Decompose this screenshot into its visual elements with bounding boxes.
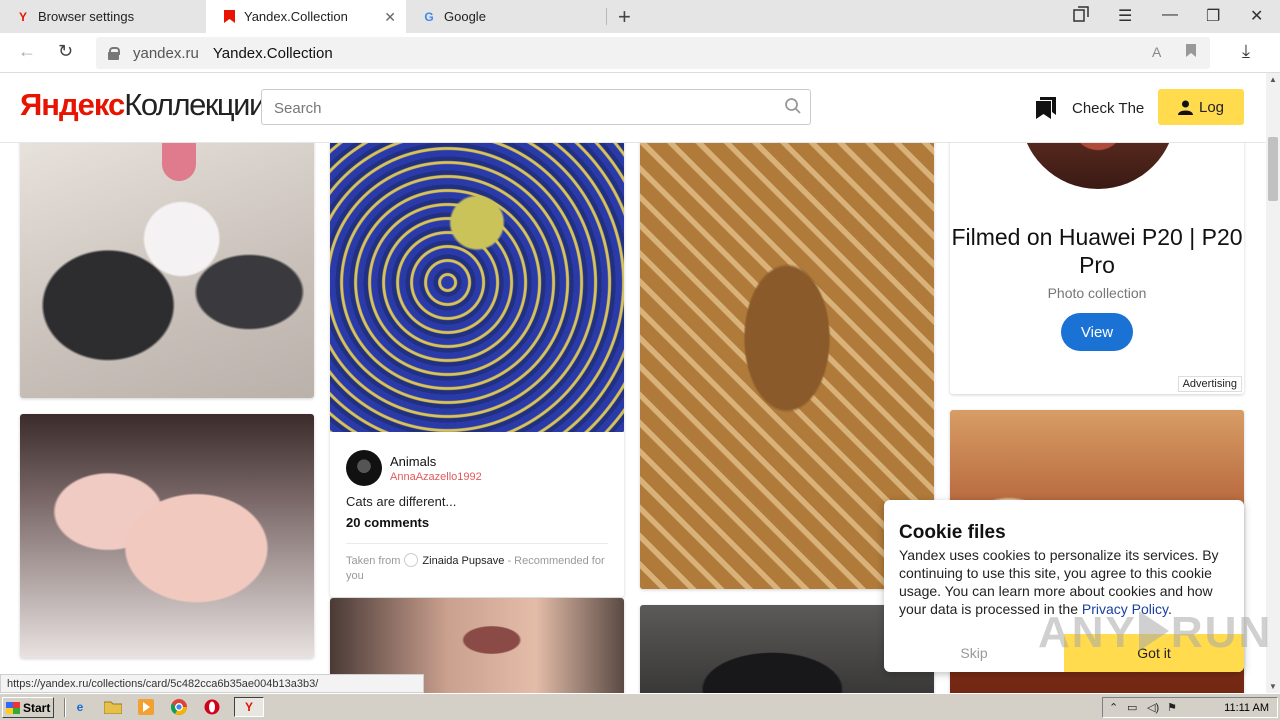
ad-subtitle: Photo collection xyxy=(1047,285,1147,301)
flag-icon[interactable]: ⚑ xyxy=(1167,701,1177,714)
tab-label: Google xyxy=(444,9,486,24)
search-icon[interactable] xyxy=(784,97,802,115)
internet-explorer-icon[interactable]: e xyxy=(70,698,90,716)
watermark-right: RUN xyxy=(1170,608,1273,657)
play-icon xyxy=(1138,611,1169,651)
bookmark-icon[interactable] xyxy=(1186,44,1196,60)
cookie-skip-button[interactable]: Skip xyxy=(884,634,1064,672)
start-button[interactable]: Start xyxy=(2,697,54,718)
check-the-link[interactable]: Check The xyxy=(1036,97,1144,119)
tab-google[interactable]: G Google xyxy=(406,0,606,33)
collections-bookmark-icon xyxy=(1036,97,1056,119)
url-field[interactable]: yandex.ru Yandex.Collection A xyxy=(96,37,1210,69)
windows-taskbar: Start e Y ⌃ ▭ ◁) ⚑ 11:11 AM xyxy=(0,693,1280,720)
login-label: Log xyxy=(1198,98,1225,116)
tab-yandex-collection[interactable]: Yandex.Collection ✕ xyxy=(206,0,406,33)
source-user-link[interactable]: Zinaida Pupsave xyxy=(422,555,504,567)
user-icon xyxy=(1177,100,1193,115)
nail-art-photo xyxy=(20,414,314,658)
opera-icon[interactable] xyxy=(202,698,222,716)
ad-collection-avatar xyxy=(1020,143,1176,189)
search-box xyxy=(261,89,811,125)
clock: 11:11 AM xyxy=(1224,702,1269,714)
taken-from-label: Taken from xyxy=(346,555,401,567)
ad-card[interactable]: Filmed on Huawei P20 | P20 Pro Photo col… xyxy=(950,143,1244,394)
tray-expand-icon[interactable]: ⌃ xyxy=(1109,701,1118,714)
check-the-label: Check The xyxy=(1072,99,1145,117)
google-favicon-icon: G xyxy=(424,9,434,24)
folder-icon[interactable] xyxy=(103,698,123,716)
board-name: Animals xyxy=(390,453,437,469)
logo-product: Коллекции xyxy=(124,87,266,122)
back-icon[interactable]: ← xyxy=(18,41,36,62)
yandex-favicon-icon: Y xyxy=(18,9,27,24)
post-author[interactable]: Animals AnnaAzazello1992 xyxy=(346,450,482,486)
download-icon[interactable]: ⤓ xyxy=(1242,41,1250,62)
lock-icon xyxy=(108,46,120,60)
cookie-title: Cookie files xyxy=(899,522,1006,543)
tab-browser-settings[interactable]: Y Browser settings xyxy=(0,0,205,33)
url-domain: yandex.ru xyxy=(133,44,199,62)
author-username-text: AnnaAzazello1992 xyxy=(390,470,482,483)
scroll-down-icon[interactable]: ▼ xyxy=(1269,682,1277,691)
menu-icon[interactable]: ☰ xyxy=(1118,6,1132,26)
windows-logo-icon xyxy=(6,701,20,714)
browser-tabbar: Y Browser settings Yandex.Collection ✕ G… xyxy=(0,0,1280,33)
translate-icon[interactable]: A xyxy=(1152,44,1161,60)
taskbar-separator xyxy=(64,698,66,717)
divider xyxy=(346,543,608,544)
start-label: Start xyxy=(23,700,51,715)
scroll-up-icon[interactable]: ▲ xyxy=(1269,75,1277,84)
watermark-left: ANY xyxy=(1038,608,1137,657)
site-header: ЯндексКоллекции Check The Log xyxy=(0,73,1266,143)
feed-card-nails[interactable] xyxy=(20,414,314,658)
scroll-thumb[interactable] xyxy=(1268,137,1278,201)
vertical-scrollbar[interactable]: ▲ ▼ xyxy=(1266,73,1280,693)
close-tab-icon[interactable]: ✕ xyxy=(384,9,396,26)
login-button[interactable]: Log xyxy=(1158,89,1244,125)
chrome-icon[interactable] xyxy=(169,698,189,716)
advertising-badge: Advertising xyxy=(1177,376,1242,392)
search-input[interactable] xyxy=(274,98,774,118)
feed-card-kitten[interactable] xyxy=(20,143,314,398)
taken-from: Taken from Zinaida Pupsave - Recommended … xyxy=(346,553,608,584)
reload-icon[interactable]: ↻ xyxy=(58,41,73,62)
author-avatar xyxy=(346,450,382,486)
logo-brand: Яндекс xyxy=(20,87,125,122)
url-page-title: Yandex.Collection xyxy=(212,44,333,62)
feed-card-leopard[interactable]: Animals AnnaAzazello1992 Cats are differ… xyxy=(330,143,624,597)
restore-icon[interactable]: ❐ xyxy=(1206,6,1220,26)
comments-link[interactable]: 20 comments xyxy=(346,515,429,530)
anyrun-watermark: ANY RUN xyxy=(1038,608,1272,658)
system-tray: ⌃ ▭ ◁) ⚑ 11:11 AM xyxy=(1102,697,1278,718)
status-url: https://yandex.ru/collections/card/5c482… xyxy=(0,674,424,693)
network-icon[interactable]: ▭ xyxy=(1127,701,1137,714)
kitten-photo xyxy=(20,143,314,398)
card-info: Animals AnnaAzazello1992 Cats are differ… xyxy=(330,432,624,597)
tab-label: Yandex.Collection xyxy=(244,9,348,24)
post-description: Cats are different... xyxy=(346,494,457,509)
volume-icon[interactable]: ◁) xyxy=(1147,701,1159,714)
tab-manager-icon[interactable] xyxy=(1073,6,1089,27)
author-username: AnnaAzazello1992 xyxy=(390,471,482,483)
media-player-icon[interactable] xyxy=(136,698,156,716)
tab-label: Browser settings xyxy=(38,9,135,24)
ad-view-button[interactable]: View xyxy=(1061,313,1133,351)
ad-title: Filmed on Huawei P20 | P20 Pro xyxy=(951,224,1243,278)
collections-favicon-icon xyxy=(222,10,236,24)
leopard-photo xyxy=(330,143,624,432)
tab-separator xyxy=(606,8,607,25)
yandex-collections-logo[interactable]: ЯндексКоллекции xyxy=(20,87,266,123)
source-avatar xyxy=(404,553,419,567)
yandex-browser-taskbar-icon[interactable]: Y xyxy=(234,697,264,717)
new-tab-icon[interactable]: + xyxy=(618,4,631,30)
minimize-icon[interactable]: — xyxy=(1162,6,1178,24)
close-window-icon[interactable]: ✕ xyxy=(1250,6,1263,26)
address-bar: ← ↻ yandex.ru Yandex.Collection A ⤓ xyxy=(0,33,1280,73)
